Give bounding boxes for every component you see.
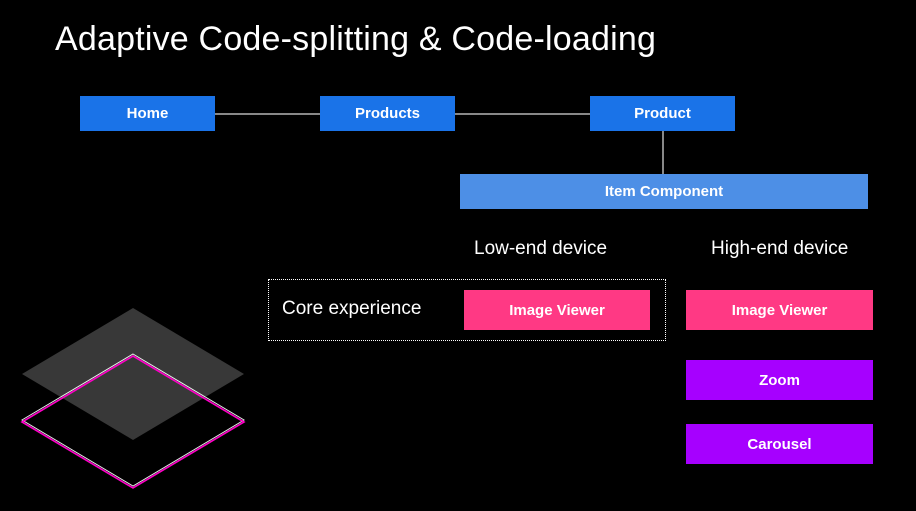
- node-high-carousel-label: Carousel: [747, 436, 811, 453]
- node-high-zoom: Zoom: [686, 360, 873, 400]
- node-high-image-viewer: Image Viewer: [686, 290, 873, 330]
- connector-products-product: [455, 113, 590, 115]
- node-product: Product: [590, 96, 735, 131]
- node-item-component: Item Component: [460, 174, 868, 209]
- core-experience-label: Core experience: [282, 298, 421, 320]
- node-high-carousel: Carousel: [686, 424, 873, 464]
- connector-product-item: [662, 130, 664, 175]
- node-high-image-viewer-label: Image Viewer: [732, 302, 828, 319]
- node-low-image-viewer: Image Viewer: [464, 290, 650, 330]
- node-products: Products: [320, 96, 455, 131]
- node-high-zoom-label: Zoom: [759, 372, 800, 389]
- node-product-label: Product: [634, 105, 691, 122]
- page-title: Adaptive Code-splitting & Code-loading: [55, 20, 656, 59]
- node-products-label: Products: [355, 105, 420, 122]
- layers-icon: [8, 300, 258, 490]
- diagram-stage: Adaptive Code-splitting & Code-loading H…: [0, 0, 916, 511]
- connector-home-products: [215, 113, 325, 115]
- node-item-component-label: Item Component: [605, 183, 723, 200]
- header-low-end: Low-end device: [474, 238, 607, 260]
- node-low-image-viewer-label: Image Viewer: [509, 302, 605, 319]
- header-high-end: High-end device: [711, 238, 848, 260]
- node-home: Home: [80, 96, 215, 131]
- node-home-label: Home: [127, 105, 169, 122]
